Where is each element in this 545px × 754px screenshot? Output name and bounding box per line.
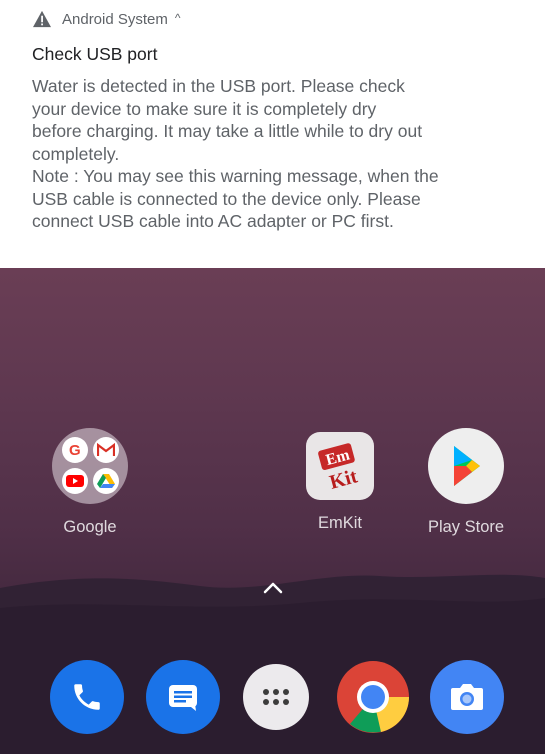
phone-icon[interactable] <box>50 660 124 734</box>
gmail-icon <box>93 437 119 463</box>
notification-body-line: USB cable is connected to the device onl… <box>32 188 421 209</box>
app-google-folder[interactable]: G Google <box>40 428 140 537</box>
notification-body-line: your device to make sure it is completel… <box>32 98 377 119</box>
notification-body-line: Note : You may see this warning message,… <box>32 166 439 186</box>
notification-body: Water is detected in the USB port. Pleas… <box>32 75 532 233</box>
play-store-icon <box>428 428 504 504</box>
chevron-up-icon[interactable] <box>262 581 284 595</box>
google-folder-icon: G <box>52 428 128 504</box>
notification-body-line: completely. <box>32 143 120 164</box>
drive-icon <box>93 468 119 494</box>
home-screen: G Google Em Kit EmKit Play Store <box>0 268 545 754</box>
notification-card[interactable]: Android System ^ Check USB port Water is… <box>0 0 545 268</box>
notification-app-name: Android System <box>62 10 168 28</box>
emkit-icon: Em Kit <box>306 432 374 500</box>
google-g-icon: G <box>62 437 88 463</box>
chevron-up-icon[interactable]: ^ <box>175 11 181 25</box>
messages-icon[interactable] <box>146 660 220 734</box>
app-drawer-icon[interactable] <box>243 664 309 730</box>
notification-body-line: before charging. It may take a little wh… <box>32 121 423 141</box>
youtube-icon <box>62 468 88 494</box>
chrome-icon[interactable] <box>336 660 410 734</box>
svg-text:Kit: Kit <box>327 465 360 494</box>
app-label: Play Store <box>427 518 505 536</box>
svg-text:G: G <box>69 442 81 459</box>
app-play-store[interactable]: Play Store <box>416 428 516 537</box>
warning-icon <box>33 10 51 28</box>
notification-body-line: connect USB cable into AC adapter or PC … <box>32 211 394 231</box>
notification-title: Check USB port <box>32 44 158 64</box>
app-label: Google <box>63 518 117 536</box>
notification-body-line: Water is detected in the USB port. Pleas… <box>32 76 405 96</box>
notification-header[interactable]: Android System ^ <box>32 8 181 30</box>
app-label: EmKit <box>317 514 362 532</box>
camera-icon[interactable] <box>430 660 504 734</box>
app-emkit[interactable]: Em Kit EmKit <box>290 428 390 533</box>
